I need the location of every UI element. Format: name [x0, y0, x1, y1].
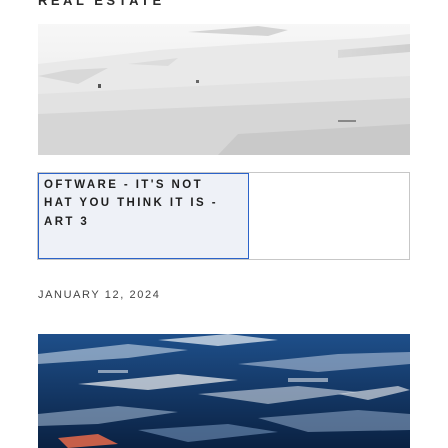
- post-title-line-2: HAT YOU THINK IT IS -: [44, 197, 218, 209]
- article-title-fragment[interactable]: REAL ESTATE: [38, 0, 165, 8]
- article-image[interactable]: [38, 24, 410, 155]
- post-date: JANUARY 12, 2024: [38, 289, 161, 301]
- post-title-link[interactable]: OFTWARE - IT'S NOT HAT YOU THINK IT IS -…: [38, 173, 249, 259]
- post-card: OFTWARE - IT'S NOT HAT YOU THINK IT IS -…: [37, 172, 410, 260]
- building-photo: [38, 24, 410, 155]
- article-image-2[interactable]: [38, 334, 410, 448]
- boats-photo: [38, 334, 410, 448]
- blog-page: REAL ESTATE OFTWARE - IT'S NOT HAT YOU T…: [0, 0, 448, 448]
- post-title-line-3: ART 3: [44, 216, 90, 228]
- post-title-line-1: OFTWARE - IT'S NOT: [44, 179, 204, 191]
